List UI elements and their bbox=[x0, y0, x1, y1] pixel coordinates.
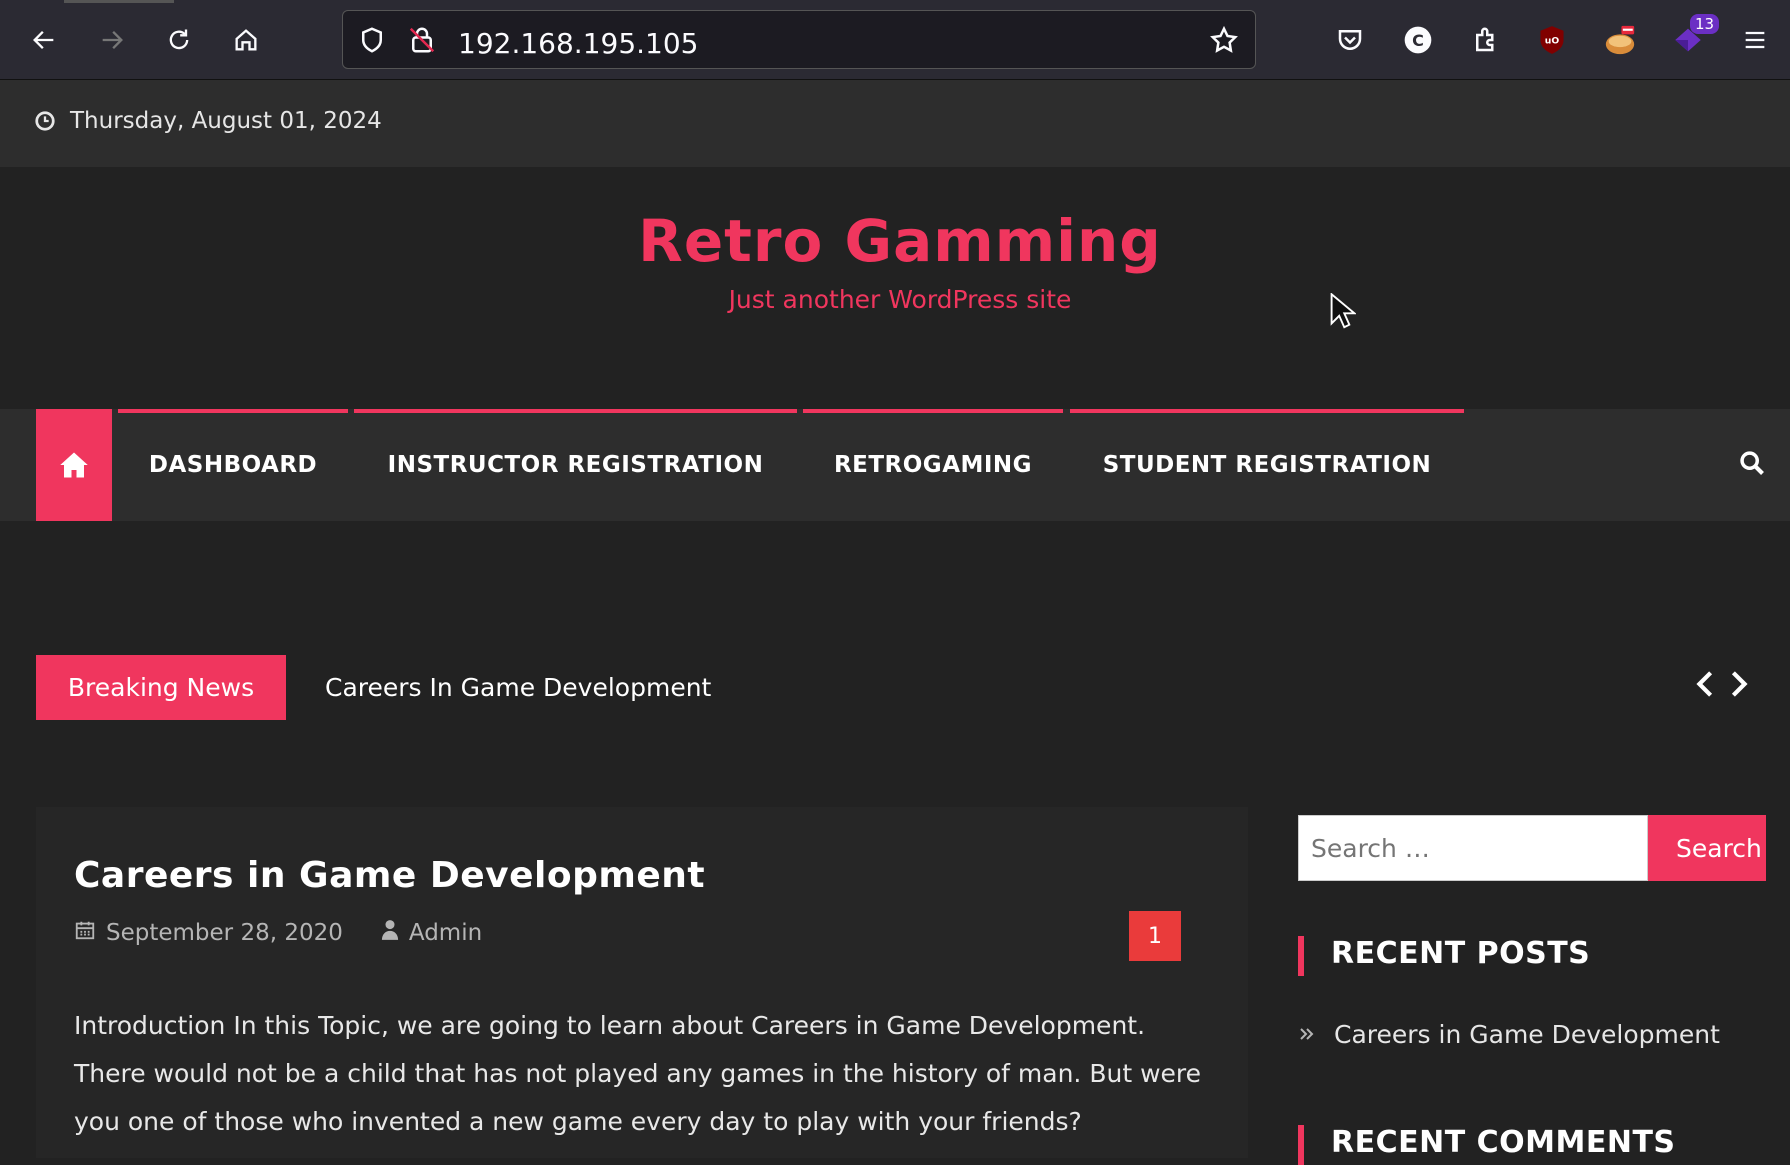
current-date: Thursday, August 01, 2024 bbox=[70, 108, 382, 134]
browser-toolbar: 192.168.195.105 C uO 13 bbox=[0, 0, 1790, 80]
svg-text:uO: uO bbox=[1545, 35, 1560, 46]
breaking-news-label: Breaking News bbox=[36, 655, 286, 720]
nav-item-student-registration[interactable]: STUDENT REGISTRATION bbox=[1070, 409, 1464, 521]
article-card: Careers in Game Development September 28… bbox=[36, 807, 1248, 1158]
svg-text:C: C bbox=[1412, 31, 1424, 50]
site-header: Retro Gamming Just another WordPress sit… bbox=[0, 167, 1790, 409]
user-icon bbox=[381, 919, 399, 947]
extensions-icon[interactable] bbox=[1466, 20, 1506, 60]
calendar-icon bbox=[74, 919, 96, 947]
home-icon[interactable] bbox=[226, 20, 266, 60]
insecure-lock-icon[interactable] bbox=[407, 25, 437, 59]
top-bar: Thursday, August 01, 2024 bbox=[0, 80, 1790, 167]
back-arrow-icon[interactable] bbox=[24, 20, 64, 60]
shield-icon[interactable] bbox=[357, 25, 387, 59]
site-title[interactable]: Retro Gamming bbox=[0, 207, 1790, 275]
article-date[interactable]: September 28, 2020 bbox=[106, 920, 343, 946]
recent-comments-heading: RECENT COMMENTS bbox=[1298, 1125, 1676, 1165]
nav-item-dashboard[interactable]: DASHBOARD bbox=[118, 409, 348, 521]
clock-icon bbox=[34, 110, 56, 136]
reload-icon[interactable] bbox=[159, 20, 199, 60]
ublock-icon[interactable]: uO bbox=[1532, 20, 1572, 60]
main-navigation: DASHBOARD INSTRUCTOR REGISTRATION RETROG… bbox=[0, 409, 1790, 521]
site-tagline: Just another WordPress site bbox=[728, 285, 1072, 314]
tab-indicator bbox=[64, 0, 174, 3]
chevron-right-icon[interactable] bbox=[1729, 670, 1749, 702]
chevron-left-icon[interactable] bbox=[1695, 670, 1715, 702]
nav-item-instructor-registration[interactable]: INSTRUCTOR REGISTRATION bbox=[354, 409, 797, 521]
home-nav-icon bbox=[60, 452, 88, 478]
home-nav-button[interactable] bbox=[36, 409, 112, 521]
breaking-news-headline[interactable]: Careers In Game Development bbox=[325, 673, 711, 702]
ticker-controls bbox=[1695, 670, 1749, 702]
extension-badge: 13 bbox=[1690, 14, 1720, 34]
recent-post-link[interactable]: Careers in Game Development bbox=[1334, 1020, 1720, 1049]
search-icon[interactable] bbox=[1738, 449, 1766, 481]
article-author[interactable]: Admin bbox=[409, 920, 482, 946]
mouse-cursor-icon bbox=[1330, 292, 1358, 335]
article-meta: September 28, 2020 Admin bbox=[74, 919, 482, 947]
hamburger-menu-icon[interactable] bbox=[1735, 20, 1775, 60]
comment-count-badge[interactable]: 1 bbox=[1129, 911, 1181, 961]
pocket-icon[interactable] bbox=[1330, 20, 1370, 60]
sidebar-search-input[interactable] bbox=[1298, 815, 1648, 881]
double-chevron-right-icon bbox=[1298, 1020, 1316, 1049]
nav-item-retrogaming[interactable]: RETROGAMING bbox=[803, 409, 1063, 521]
article-excerpt: Introduction In this Topic, we are going… bbox=[74, 1011, 1202, 1136]
cookie-extension-icon[interactable] bbox=[1600, 20, 1640, 60]
purple-extension-icon[interactable]: 13 bbox=[1668, 14, 1720, 60]
url-text[interactable]: 192.168.195.105 bbox=[458, 27, 698, 60]
sidebar-search-form: Search bbox=[1298, 815, 1766, 881]
url-bar[interactable]: 192.168.195.105 bbox=[342, 10, 1256, 69]
star-icon[interactable] bbox=[1209, 25, 1239, 59]
c-extension-icon[interactable]: C bbox=[1398, 20, 1438, 60]
article-title[interactable]: Careers in Game Development bbox=[74, 855, 705, 896]
sidebar-search-button[interactable]: Search bbox=[1648, 815, 1766, 881]
forward-arrow-icon[interactable] bbox=[92, 20, 132, 60]
recent-posts-heading: RECENT POSTS bbox=[1298, 936, 1590, 976]
recent-post-item[interactable]: Careers in Game Development bbox=[1298, 1020, 1720, 1049]
